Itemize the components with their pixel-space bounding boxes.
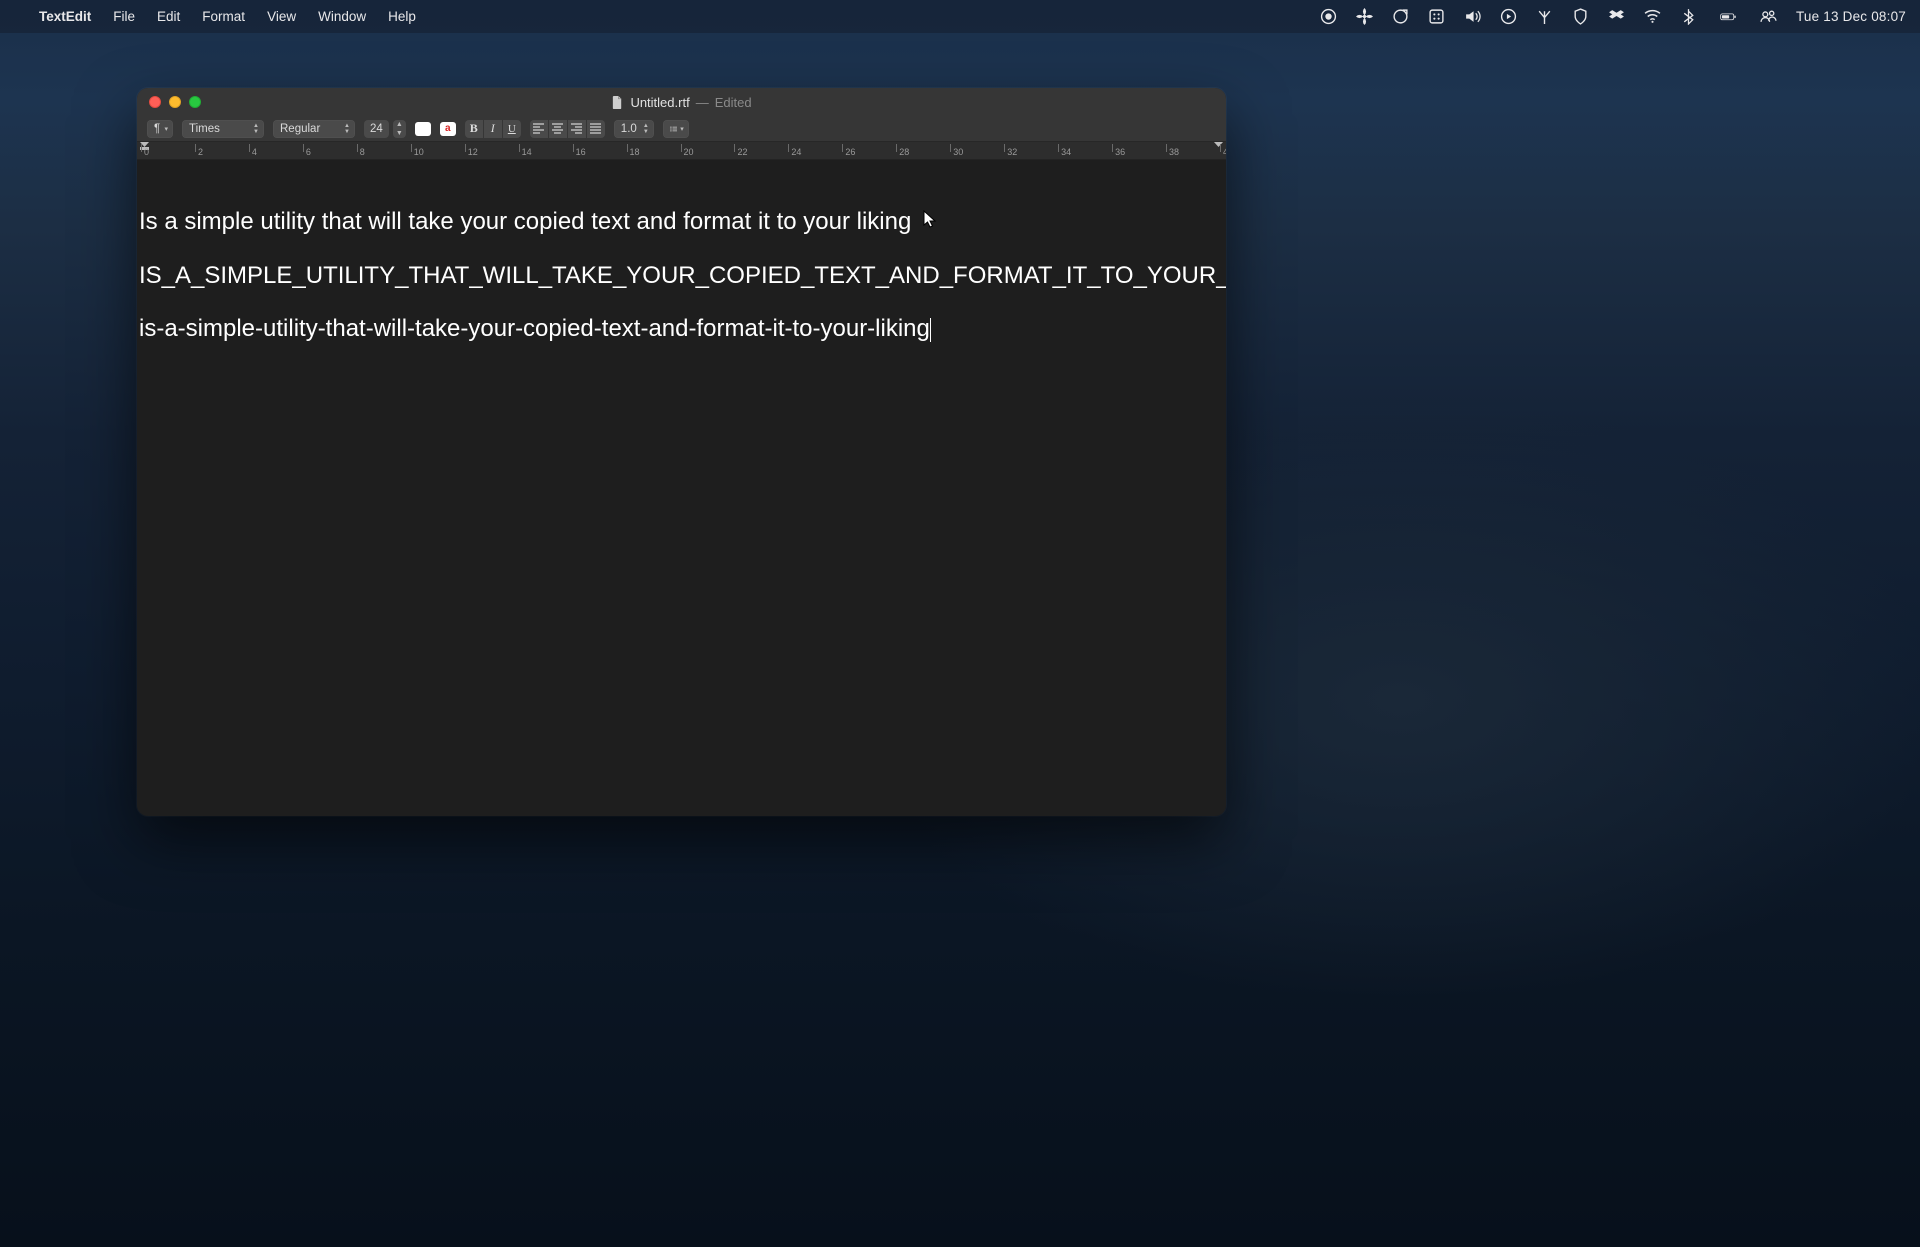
right-indent-marker[interactable] bbox=[1214, 142, 1223, 153]
list-style-select[interactable]: ▾ bbox=[663, 120, 689, 138]
window-close-button[interactable] bbox=[149, 96, 161, 108]
stepper-chevrons-icon bbox=[344, 123, 350, 135]
document-line[interactable]: is-a-simple-utility-that-will-take-your-… bbox=[139, 315, 1224, 343]
text-caret bbox=[930, 318, 931, 342]
menu-format[interactable]: Format bbox=[191, 9, 256, 24]
paragraph-style-select[interactable]: ¶ ▾ bbox=[147, 120, 173, 138]
stepper-chevrons-icon bbox=[253, 123, 259, 135]
document-line[interactable]: Is a simple utility that will take your … bbox=[139, 208, 1224, 236]
paragraph-symbol: ¶ bbox=[154, 123, 160, 135]
font-weight-select[interactable]: Regular bbox=[273, 120, 355, 138]
align-center-button[interactable] bbox=[549, 120, 567, 138]
format-toolbar: ¶ ▾ Times Regular 24 ▲▼ B I U 1.0 bbox=[137, 116, 1226, 142]
stepper-chevrons-icon bbox=[643, 123, 649, 135]
align-justify-button[interactable] bbox=[587, 120, 605, 138]
title-separator: — bbox=[696, 95, 709, 110]
battery-icon[interactable] bbox=[1716, 8, 1742, 26]
grid-icon[interactable] bbox=[1428, 8, 1446, 26]
menu-window[interactable]: Window bbox=[307, 9, 377, 24]
menubar-datetime[interactable]: Tue 13 Dec 08:07 bbox=[1796, 9, 1906, 24]
window-zoom-button[interactable] bbox=[189, 96, 201, 108]
user-switch-icon[interactable] bbox=[1760, 8, 1778, 26]
document-line[interactable]: IS_A_SIMPLE_UTILITY_THAT_WILL_TAKE_YOUR_… bbox=[139, 262, 1224, 290]
menubar-left: TextEdit File Edit Format View Window He… bbox=[14, 9, 427, 24]
dropbox-icon[interactable] bbox=[1608, 8, 1626, 26]
document-ruler[interactable]: 0246810121416182022242628303234363840 bbox=[137, 142, 1226, 160]
window-titlebar[interactable]: Untitled.rtf — Edited bbox=[137, 88, 1226, 116]
font-family-select[interactable]: Times bbox=[182, 120, 264, 138]
play-circle-icon[interactable] bbox=[1500, 8, 1518, 26]
menu-help[interactable]: Help bbox=[377, 9, 427, 24]
align-right-button[interactable] bbox=[568, 120, 586, 138]
window-minimize-button[interactable] bbox=[169, 96, 181, 108]
record-icon[interactable] bbox=[1320, 8, 1338, 26]
bluetooth-icon[interactable] bbox=[1680, 8, 1698, 26]
textedit-window: Untitled.rtf — Edited ¶ ▾ Times Regular … bbox=[137, 88, 1226, 816]
app-menu[interactable]: TextEdit bbox=[28, 9, 102, 24]
document-content[interactable]: Is a simple utility that will take your … bbox=[137, 160, 1226, 343]
font-size-field[interactable]: 24 bbox=[364, 120, 389, 138]
italic-button[interactable]: I bbox=[484, 120, 502, 138]
font-weight-value: Regular bbox=[280, 123, 320, 135]
menu-edit[interactable]: Edit bbox=[146, 9, 191, 24]
document-status: Edited bbox=[715, 95, 752, 110]
window-traffic-lights bbox=[149, 96, 201, 108]
line-spacing-value: 1.0 bbox=[621, 123, 637, 135]
menu-view[interactable]: View bbox=[256, 9, 307, 24]
list-icon bbox=[670, 124, 677, 134]
text-color-swatch[interactable] bbox=[415, 122, 431, 136]
document-area[interactable]: Is a simple utility that will take your … bbox=[137, 160, 1226, 816]
document-filename: Untitled.rtf bbox=[630, 95, 689, 110]
font-size-control: 24 ▲▼ bbox=[364, 120, 406, 138]
text-style-group: B I U bbox=[465, 120, 521, 138]
text-align-group bbox=[530, 120, 605, 138]
shield-icon[interactable] bbox=[1572, 8, 1590, 26]
highlight-color-swatch[interactable] bbox=[440, 122, 456, 136]
line-spacing-select[interactable]: 1.0 bbox=[614, 120, 654, 138]
loop-icon[interactable] bbox=[1392, 8, 1410, 26]
align-left-button[interactable] bbox=[530, 120, 548, 138]
wifi-icon[interactable] bbox=[1644, 8, 1662, 26]
chevron-down-icon: ▾ bbox=[164, 125, 168, 133]
chevron-down-icon: ▾ bbox=[680, 125, 684, 133]
underline-button[interactable]: U bbox=[503, 120, 521, 138]
font-size-stepper[interactable]: ▲▼ bbox=[393, 120, 406, 138]
document-icon bbox=[611, 96, 624, 109]
step-up-icon: ▲ bbox=[393, 120, 406, 129]
menubar-status-area: Tue 13 Dec 08:07 bbox=[1320, 8, 1906, 26]
window-title: Untitled.rtf — Edited bbox=[611, 95, 751, 110]
step-down-icon: ▼ bbox=[393, 129, 406, 138]
bold-button[interactable]: B bbox=[465, 120, 483, 138]
antenna-icon[interactable] bbox=[1536, 8, 1554, 26]
system-menubar: TextEdit File Edit Format View Window He… bbox=[0, 0, 1920, 33]
menu-file[interactable]: File bbox=[102, 9, 146, 24]
volume-icon[interactable] bbox=[1464, 8, 1482, 26]
font-family-value: Times bbox=[189, 123, 220, 135]
fan-icon[interactable] bbox=[1356, 8, 1374, 26]
